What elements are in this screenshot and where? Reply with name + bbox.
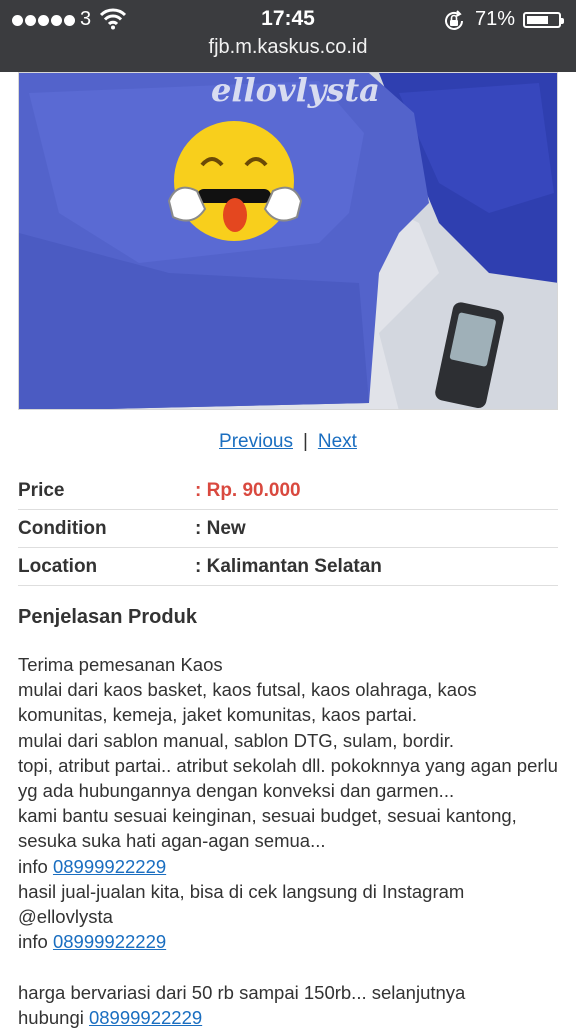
price-value: : Rp. 90.000	[195, 479, 301, 501]
next-link[interactable]: Next	[318, 431, 357, 452]
description-line: hasil jual-jualan kita, bisa di cek lang…	[18, 880, 465, 928]
product-photo[interactable]: ellovlysta	[18, 72, 558, 410]
address-bar-url[interactable]: fjb.m.kaskus.co.id	[0, 36, 576, 59]
info-label: info	[18, 931, 48, 953]
phone-link[interactable]: 08999922229	[89, 1007, 202, 1028]
condition-value: : New	[195, 517, 246, 539]
previous-link[interactable]: Previous	[219, 431, 293, 452]
description-line: mulai dari kaos basket, kaos futsal, kao…	[18, 679, 477, 726]
product-specs-table: Price : Rp. 90.000 Condition : New Locat…	[18, 472, 558, 586]
battery-percent: 71%	[475, 8, 516, 30]
rotation-lock-icon	[442, 9, 466, 38]
pager-separator: |	[302, 431, 308, 452]
product-description: Terima pemesanan Kaos mulai dari kaos ba…	[18, 652, 564, 1030]
spec-row-condition: Condition : New	[18, 510, 558, 548]
spec-row-location: Location : Kalimantan Selatan	[18, 548, 558, 586]
description-line: kami bantu sesuai keinginan, sesuai budg…	[18, 805, 517, 852]
battery-level-fill	[527, 16, 548, 24]
info-label: info	[18, 855, 48, 877]
description-line: Terima pemesanan Kaos	[18, 654, 223, 675]
spec-label: Condition	[18, 517, 107, 539]
location-value: : Kalimantan Selatan	[195, 555, 382, 577]
spec-label: Location	[18, 555, 98, 577]
info-line: info 08999922229	[18, 854, 564, 879]
info-line: info 08999922229	[18, 929, 564, 954]
photo-watermark: ellovlysta	[211, 73, 380, 109]
phone-link[interactable]: 08999922229	[53, 856, 166, 877]
description-line: harga bervariasi dari 50 rb sampai 150rb…	[18, 981, 466, 1003]
contact-line: hubungi 08999922229	[18, 1005, 564, 1030]
spec-row-price: Price : Rp. 90.000	[18, 472, 558, 510]
description-heading: Penjelasan Produk	[18, 606, 197, 628]
contact-label: hubungi	[18, 1006, 84, 1028]
description-line: mulai dari sablon manual, sablon DTG, su…	[18, 729, 454, 751]
photo-pager: Previous | Next	[0, 431, 576, 453]
phone-link[interactable]: 08999922229	[53, 931, 166, 952]
description-line: topi, atribut partai.. atribut sekolah d…	[18, 754, 558, 802]
status-bar: 3 17:45 71% fjb.m.kaskus.co.id	[0, 0, 576, 72]
battery-icon	[523, 12, 564, 28]
spec-label: Price	[18, 479, 65, 501]
